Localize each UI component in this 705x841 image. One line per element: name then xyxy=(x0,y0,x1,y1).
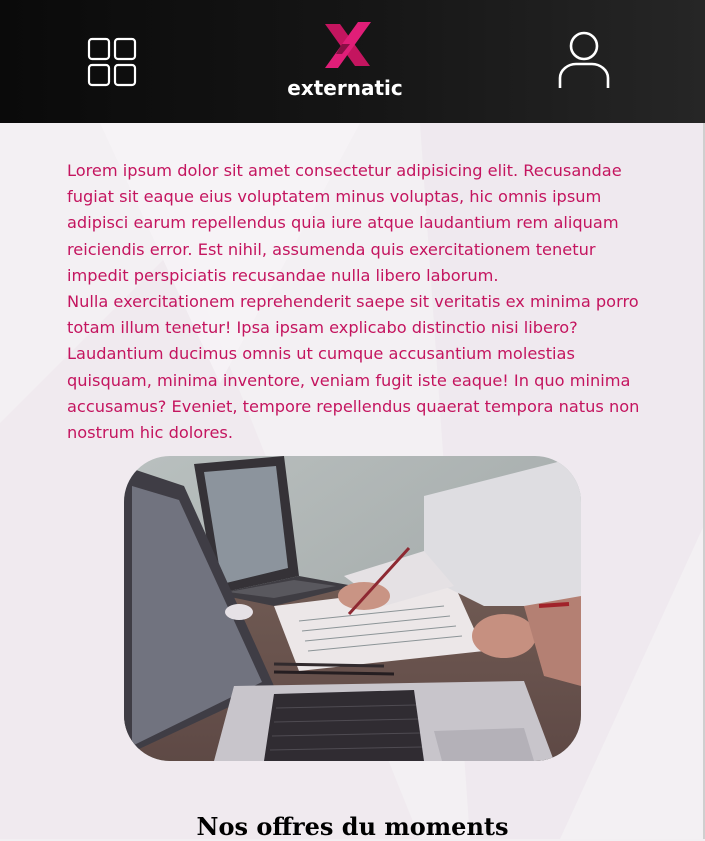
intro-paragraph-2: Nulla exercitationem reprehenderit saepe… xyxy=(67,292,640,443)
intro-paragraph-1: Lorem ipsum dolor sit amet consectetur a… xyxy=(67,161,622,285)
offers-title: Nos offres du moments xyxy=(196,812,509,841)
top-header: externatic xyxy=(0,0,705,123)
brand-logo[interactable]: externatic xyxy=(280,18,410,104)
intro-text: Lorem ipsum dolor sit amet consectetur a… xyxy=(67,158,642,446)
user-icon[interactable] xyxy=(554,28,614,92)
office-meeting-photo xyxy=(124,456,581,761)
grid-icon[interactable] xyxy=(86,36,140,90)
brand-name: externatic xyxy=(287,76,403,100)
